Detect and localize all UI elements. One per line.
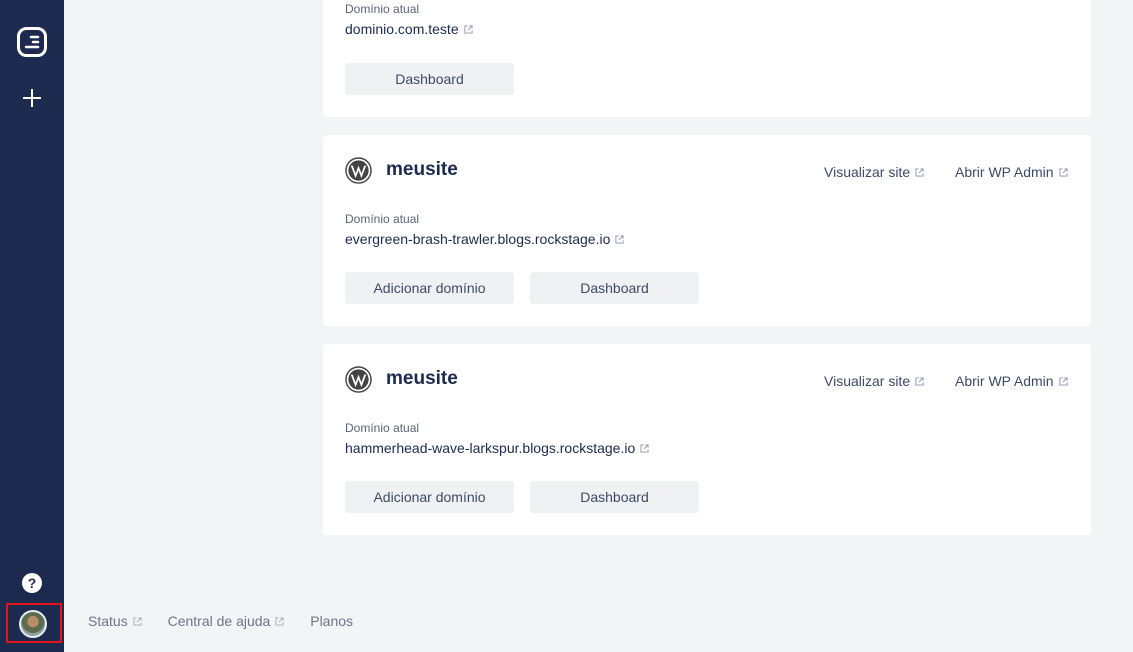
avatar[interactable] <box>19 610 47 638</box>
status-label: Status <box>88 613 128 629</box>
external-link-icon <box>1058 377 1068 386</box>
site-name: meusite <box>386 159 458 180</box>
site-card: Domínio atual dominio.com.teste Dashboar… <box>323 0 1091 117</box>
help-center-label: Central de ajuda <box>167 613 271 629</box>
wordpress-icon <box>345 157 372 184</box>
current-domain-value: hammerhead-wave-larkspur.blogs.rockstage… <box>345 440 636 456</box>
help-center-link[interactable]: Central de ajuda <box>168 613 285 629</box>
view-site-label: Visualizar site <box>824 164 911 180</box>
external-link-icon <box>915 377 924 386</box>
open-wp-admin-label: Abrir WP Admin <box>955 373 1054 389</box>
external-link-icon <box>615 235 624 244</box>
current-domain-label: Domínio atual <box>345 421 420 435</box>
external-link-icon <box>915 168 924 177</box>
external-link-icon <box>275 617 284 626</box>
view-site-label: Visualizar site <box>824 373 911 389</box>
external-link-icon <box>1058 168 1068 177</box>
external-link-icon <box>133 617 142 626</box>
wordpress-icon <box>345 366 372 393</box>
plus-icon[interactable] <box>20 86 44 110</box>
add-domain-button[interactable]: Adicionar domínio <box>345 481 514 513</box>
external-link-icon <box>640 444 649 453</box>
open-wp-admin-link[interactable]: Abrir WP Admin <box>955 164 1068 180</box>
dashboard-button[interactable]: Dashboard <box>530 481 699 513</box>
footer: Status Central de ajuda Planos <box>88 613 375 629</box>
site-name: meusite <box>386 368 458 389</box>
current-domain-link[interactable]: evergreen-brash-trawler.blogs.rockstage.… <box>345 231 624 247</box>
open-wp-admin-label: Abrir WP Admin <box>955 164 1054 180</box>
current-domain-label: Domínio atual <box>345 2 420 16</box>
add-domain-button[interactable]: Adicionar domínio <box>345 272 514 304</box>
current-domain-label: Domínio atual <box>345 212 420 226</box>
plans-link[interactable]: Planos <box>310 613 353 629</box>
current-domain-value: dominio.com.teste <box>345 21 459 37</box>
view-site-link[interactable]: Visualizar site <box>824 164 924 180</box>
brand-logo-icon[interactable] <box>16 26 48 58</box>
external-link-icon <box>464 25 473 34</box>
site-card: meusite Visualizar site Abrir WP Admin D… <box>323 344 1091 535</box>
current-domain-link[interactable]: hammerhead-wave-larkspur.blogs.rockstage… <box>345 440 649 456</box>
dashboard-button[interactable]: Dashboard <box>345 63 514 95</box>
current-domain-value: evergreen-brash-trawler.blogs.rockstage.… <box>345 231 611 247</box>
open-wp-admin-link[interactable]: Abrir WP Admin <box>955 373 1068 389</box>
sidebar: ? <box>0 0 64 652</box>
site-card: meusite Visualizar site Abrir WP Admin D… <box>323 135 1091 326</box>
avatar-highlight <box>6 603 62 643</box>
view-site-link[interactable]: Visualizar site <box>824 373 924 389</box>
current-domain-link[interactable]: dominio.com.teste <box>345 21 473 37</box>
status-link[interactable]: Status <box>88 613 142 629</box>
help-icon[interactable]: ? <box>22 573 42 593</box>
dashboard-button[interactable]: Dashboard <box>530 272 699 304</box>
